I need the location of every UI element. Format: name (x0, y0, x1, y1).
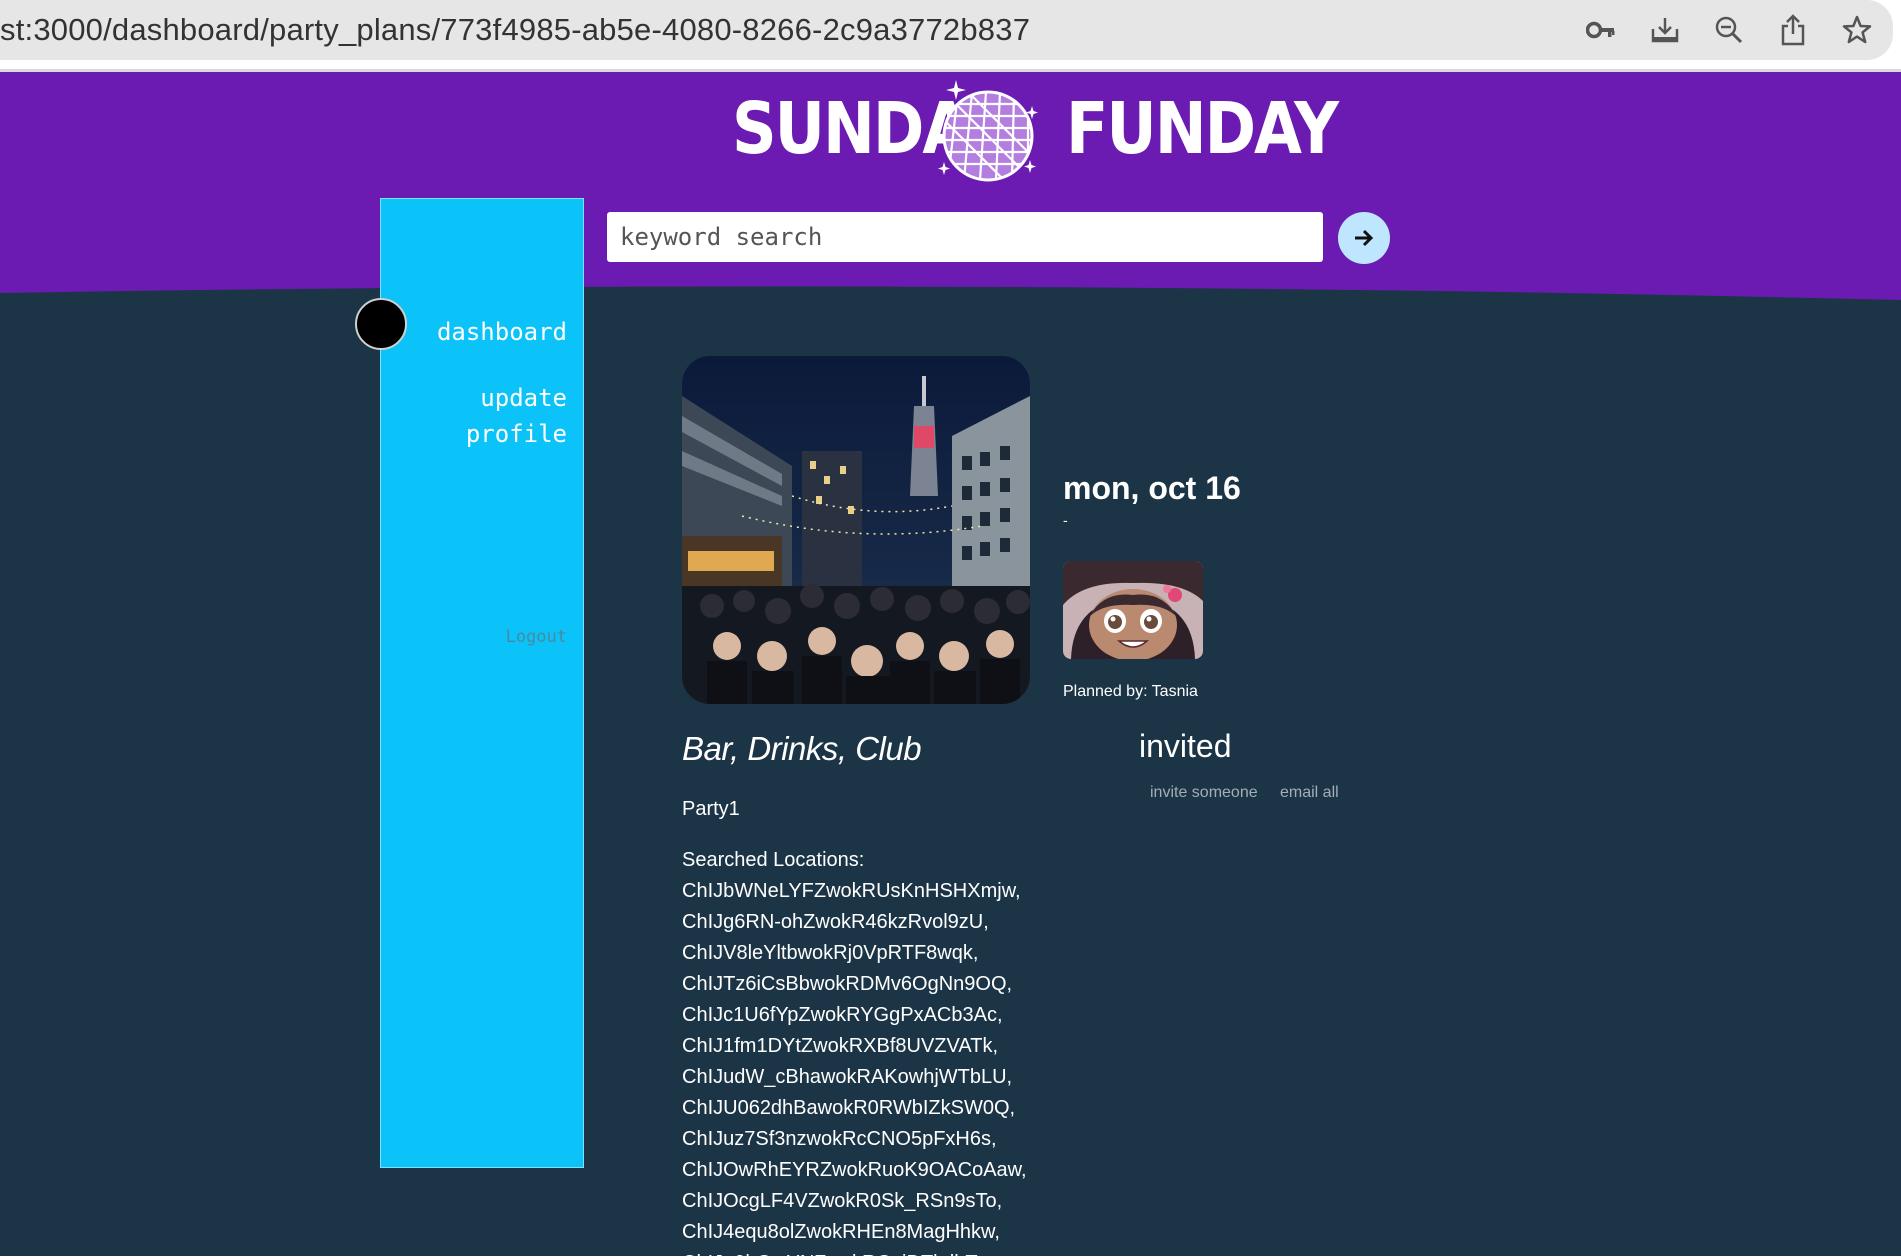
location-item: ChIJOcgLF4VZwokR0Sk_RSn9sTo, (682, 1190, 1003, 1212)
invited-heading: invited (1139, 728, 1232, 764)
planned-by: Planned by: Tasnia (1063, 683, 1198, 700)
location-item: ChIJbWNeLYFZwokRUsKnHSHXmjw, (682, 880, 1021, 902)
party-categories: Bar, Drinks, Club (682, 730, 922, 767)
party-photo (682, 356, 1030, 704)
location-item: ChIJOwRhEYRZwokRuoK9OACoAaw, (682, 1159, 1027, 1181)
key-icon[interactable] (1583, 10, 1619, 50)
url-text[interactable]: st:3000/dashboard/party_plans/773f4985-a… (0, 12, 1030, 48)
location-item: ChIJuz7Sf3nzwokRcCNO5pFxH6s, (682, 1128, 997, 1150)
disco-ball-icon (938, 80, 1038, 182)
page: SUNDAY FUNDAY dash (0, 72, 1901, 1259)
email-all-link[interactable]: email all (1280, 784, 1339, 802)
arrow-right-icon (1355, 229, 1374, 247)
location-item: ChIJc1U6fYpZwokRYGgPxACb3Ac, (682, 1004, 1003, 1026)
browser-toolbar: st:3000/dashboard/party_plans/773f4985-a… (0, 0, 1901, 60)
logo-word-funday: FUNDAY (1066, 86, 1339, 171)
site-logo[interactable]: SUNDAY FUNDAY (728, 76, 1339, 192)
location-item: ChIJU062dhBawokR0RWbIZkSW0Q, (682, 1097, 1016, 1119)
searched-locations-label: Searched Locations: (682, 849, 865, 871)
share-icon[interactable] (1775, 10, 1811, 50)
location-item: ChIJ4equ8olZwokRHEn8MagHhkw, (682, 1221, 1000, 1243)
sidebar: dashboard update profile Logout (380, 198, 584, 1168)
bookmark-star-icon[interactable] (1839, 10, 1875, 50)
browser-actions (1583, 10, 1875, 50)
location-item: ChIJudW_cBhawokRAKowhjWTbLU, (682, 1066, 1013, 1088)
location-item: ChIJ1fm1DYtZwokRXBf8UVZVATk, (682, 1035, 998, 1057)
active-indicator-dot (355, 298, 407, 350)
location-item: ChIJg6RN-ohZwokR46kzRvol9zU, (682, 911, 989, 933)
planner-avatar (1063, 561, 1203, 659)
download-icon[interactable] (1647, 10, 1683, 50)
location-item: ChIJTz6iCsBbwokRDMv6OgNn9OQ, (682, 973, 1013, 995)
logout-link[interactable]: Logout (506, 619, 567, 655)
zoom-icon[interactable] (1711, 10, 1747, 50)
party-time: - (1063, 512, 1068, 528)
search-submit-button[interactable] (1338, 212, 1390, 264)
party-name: Party1 (682, 798, 740, 820)
search-input[interactable] (607, 212, 1323, 262)
sidebar-item-dashboard[interactable]: dashboard (437, 314, 567, 350)
sidebar-item-update-profile[interactable]: update profile (447, 380, 567, 452)
invite-someone-link[interactable]: invite someone (1150, 784, 1258, 802)
searched-locations: Searched Locations: ChIJbWNeLYFZwokRUsKn… (682, 845, 1042, 1259)
party-date: mon, oct 16 (1063, 470, 1241, 506)
location-item: ChIJV8leYltbwokRj0VpRTF8wqk, (682, 942, 979, 964)
